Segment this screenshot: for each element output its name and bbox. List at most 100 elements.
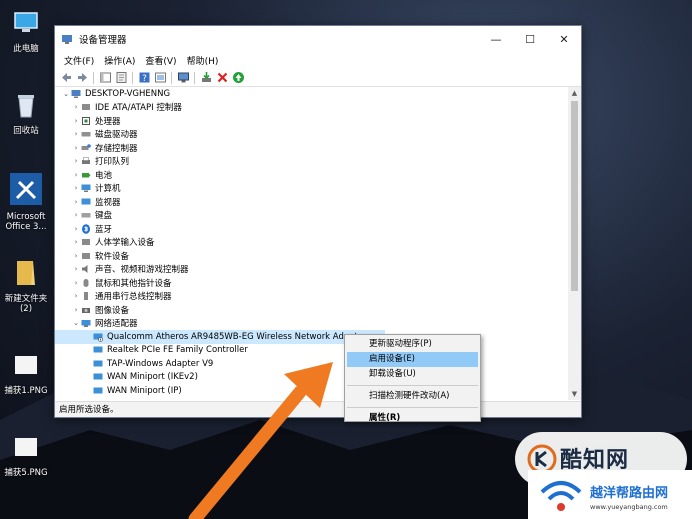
network-adapter-disabled-icon: [93, 333, 103, 342]
scan-monitor-icon[interactable]: [177, 71, 190, 84]
menu-item-enable-device[interactable]: 启用设备(E): [347, 352, 478, 367]
tree-root-label: DESKTOP-VGHENNG: [85, 88, 171, 99]
scrollbar-thumb[interactable]: [571, 101, 578, 291]
menu-view[interactable]: 查看(V): [140, 54, 181, 67]
processor-icon: [82, 116, 90, 125]
toolbar-separator: [132, 71, 133, 84]
tree-category[interactable]: › 键盘: [55, 209, 567, 223]
tree-category[interactable]: › 存储控制器: [55, 141, 567, 155]
expand-arrow-icon[interactable]: ›: [71, 306, 81, 314]
image-file-icon: [15, 356, 37, 374]
collapse-arrow-icon[interactable]: ⌄: [71, 319, 81, 327]
expand-arrow-icon[interactable]: ›: [71, 144, 81, 152]
enable-device-icon[interactable]: [232, 71, 245, 84]
tree-category[interactable]: › 蓝牙: [55, 222, 567, 236]
wifi-logo-icon: [540, 481, 582, 511]
menu-action[interactable]: 操作(A): [99, 54, 140, 67]
title-bar[interactable]: 设备管理器 — ☐ ✕: [55, 26, 581, 52]
desktop-icon-capture1[interactable]: 捕获1.PNG: [0, 350, 52, 396]
watermark-site-url: www.yueyangbang.com: [590, 503, 668, 511]
mouse-icon: [83, 278, 89, 287]
expand-arrow-icon[interactable]: ›: [71, 157, 81, 165]
desktop-icon-office[interactable]: Microsoft Office 3...: [0, 172, 52, 232]
scroll-up-arrow-icon[interactable]: ▲: [568, 87, 581, 99]
window-title: 设备管理器: [79, 35, 127, 46]
expand-arrow-icon[interactable]: ›: [71, 198, 81, 206]
maximize-button[interactable]: ☐: [513, 26, 547, 52]
expand-arrow-icon[interactable]: ›: [71, 184, 81, 192]
vertical-scrollbar[interactable]: ▲ ▼: [568, 87, 581, 400]
tree-category[interactable]: › 打印队列: [55, 155, 567, 169]
tree-category[interactable]: › 通用串行总线控制器: [55, 290, 567, 304]
office-tools-icon: [10, 173, 42, 205]
expand-arrow-icon[interactable]: ›: [71, 252, 81, 260]
network-adapter-icon: [93, 346, 103, 353]
tree-category[interactable]: › 计算机: [55, 182, 567, 196]
menu-item-scan-hardware[interactable]: 扫描检测硬件改动(A): [347, 389, 478, 404]
camera-icon: [82, 307, 90, 313]
menu-item-uninstall-device[interactable]: 卸载设备(U): [347, 367, 478, 382]
desktop-icon-label: 此电脑: [13, 44, 39, 54]
menu-item-update-driver[interactable]: 更新驱动程序(P): [347, 337, 478, 352]
update-driver-icon[interactable]: [200, 71, 213, 84]
back-arrow-icon[interactable]: [60, 71, 73, 84]
expand-arrow-icon[interactable]: ›: [71, 292, 81, 300]
desktop-icon-capture5[interactable]: 捕获5.PNG: [0, 432, 52, 478]
recycle-bin-icon: [18, 95, 34, 118]
expand-arrow-icon[interactable]: ›: [71, 211, 81, 219]
tree-category[interactable]: › IDE ATA/ATAPI 控制器: [55, 101, 567, 115]
tree-category[interactable]: › 声音、视频和游戏控制器: [55, 263, 567, 277]
tree-root[interactable]: ⌄ DESKTOP-VGHENNG: [55, 87, 567, 101]
expand-arrow-icon[interactable]: ›: [71, 265, 81, 273]
tree-category[interactable]: › 监视器: [55, 195, 567, 209]
network-adapter-icon: [81, 320, 91, 328]
tree-category[interactable]: › 鼠标和其他指针设备: [55, 276, 567, 290]
help-icon[interactable]: ?: [138, 71, 151, 84]
tree-category[interactable]: › 磁盘驱动器: [55, 128, 567, 142]
tree-category[interactable]: › 电池: [55, 168, 567, 182]
tree-category-network-adapters[interactable]: ⌄ 网络适配器: [55, 317, 567, 331]
desktop-icon-label: 捕获1.PNG: [4, 386, 48, 396]
expand-arrow-icon[interactable]: ›: [71, 279, 81, 287]
menu-file[interactable]: 文件(F): [59, 54, 99, 67]
expand-arrow-icon[interactable]: ›: [71, 238, 81, 246]
tree-category[interactable]: › 处理器: [55, 114, 567, 128]
properties-sheet-icon[interactable]: [115, 71, 128, 84]
collapse-arrow-icon[interactable]: ⌄: [61, 90, 71, 98]
expand-arrow-icon[interactable]: ›: [71, 171, 81, 179]
expand-arrow-icon[interactable]: ›: [71, 225, 81, 233]
network-adapter-icon: [93, 373, 103, 380]
storage-controller-icon: [81, 143, 91, 150]
show-hide-tree-icon[interactable]: [99, 71, 112, 84]
close-button[interactable]: ✕: [547, 26, 581, 52]
menu-item-properties[interactable]: 属性(R): [347, 411, 478, 426]
network-adapter-item[interactable]: WAN Miniport (IP): [55, 384, 567, 398]
tree-category[interactable]: › 人体学输入设备: [55, 236, 567, 250]
network-adapter-item[interactable]: Qualcomm Atheros AR9485WB-EG Wireless Ne…: [55, 330, 385, 344]
network-adapter-icon: [93, 360, 103, 367]
computer-icon: [81, 184, 91, 193]
toolbar: ?: [55, 69, 581, 87]
network-adapter-item[interactable]: TAP-Windows Adapter V9: [55, 357, 567, 371]
expand-arrow-icon[interactable]: ›: [71, 117, 81, 125]
desktop-icon-label: Microsoft Office 3...: [5, 212, 47, 232]
network-adapter-item[interactable]: WAN Miniport (IKEv2): [55, 371, 567, 385]
desktop-icon-recycle-bin[interactable]: 回收站: [0, 90, 52, 136]
ide-controller-icon: [82, 104, 90, 111]
minimize-button[interactable]: —: [479, 26, 513, 52]
uninstall-icon[interactable]: [216, 71, 229, 84]
speaker-icon: [82, 265, 88, 274]
forward-arrow-icon[interactable]: [76, 71, 89, 84]
svg-text:?: ?: [142, 74, 147, 84]
menu-help[interactable]: 帮助(H): [182, 54, 224, 67]
network-adapter-item[interactable]: Realtek PCIe FE Family Controller: [55, 344, 567, 358]
desktop-icon-this-pc[interactable]: 此电脑: [0, 8, 52, 54]
device-list-icon[interactable]: [154, 71, 167, 84]
desktop-icon-new-folder[interactable]: 新建文件夹 (2): [0, 258, 52, 314]
tree-category[interactable]: › 软件设备: [55, 249, 567, 263]
tree-category[interactable]: › 图像设备: [55, 303, 567, 317]
expand-arrow-icon[interactable]: ›: [71, 103, 81, 111]
monitor-icon: [81, 198, 91, 205]
expand-arrow-icon[interactable]: ›: [71, 130, 81, 138]
scroll-down-arrow-icon[interactable]: ▼: [568, 388, 581, 400]
